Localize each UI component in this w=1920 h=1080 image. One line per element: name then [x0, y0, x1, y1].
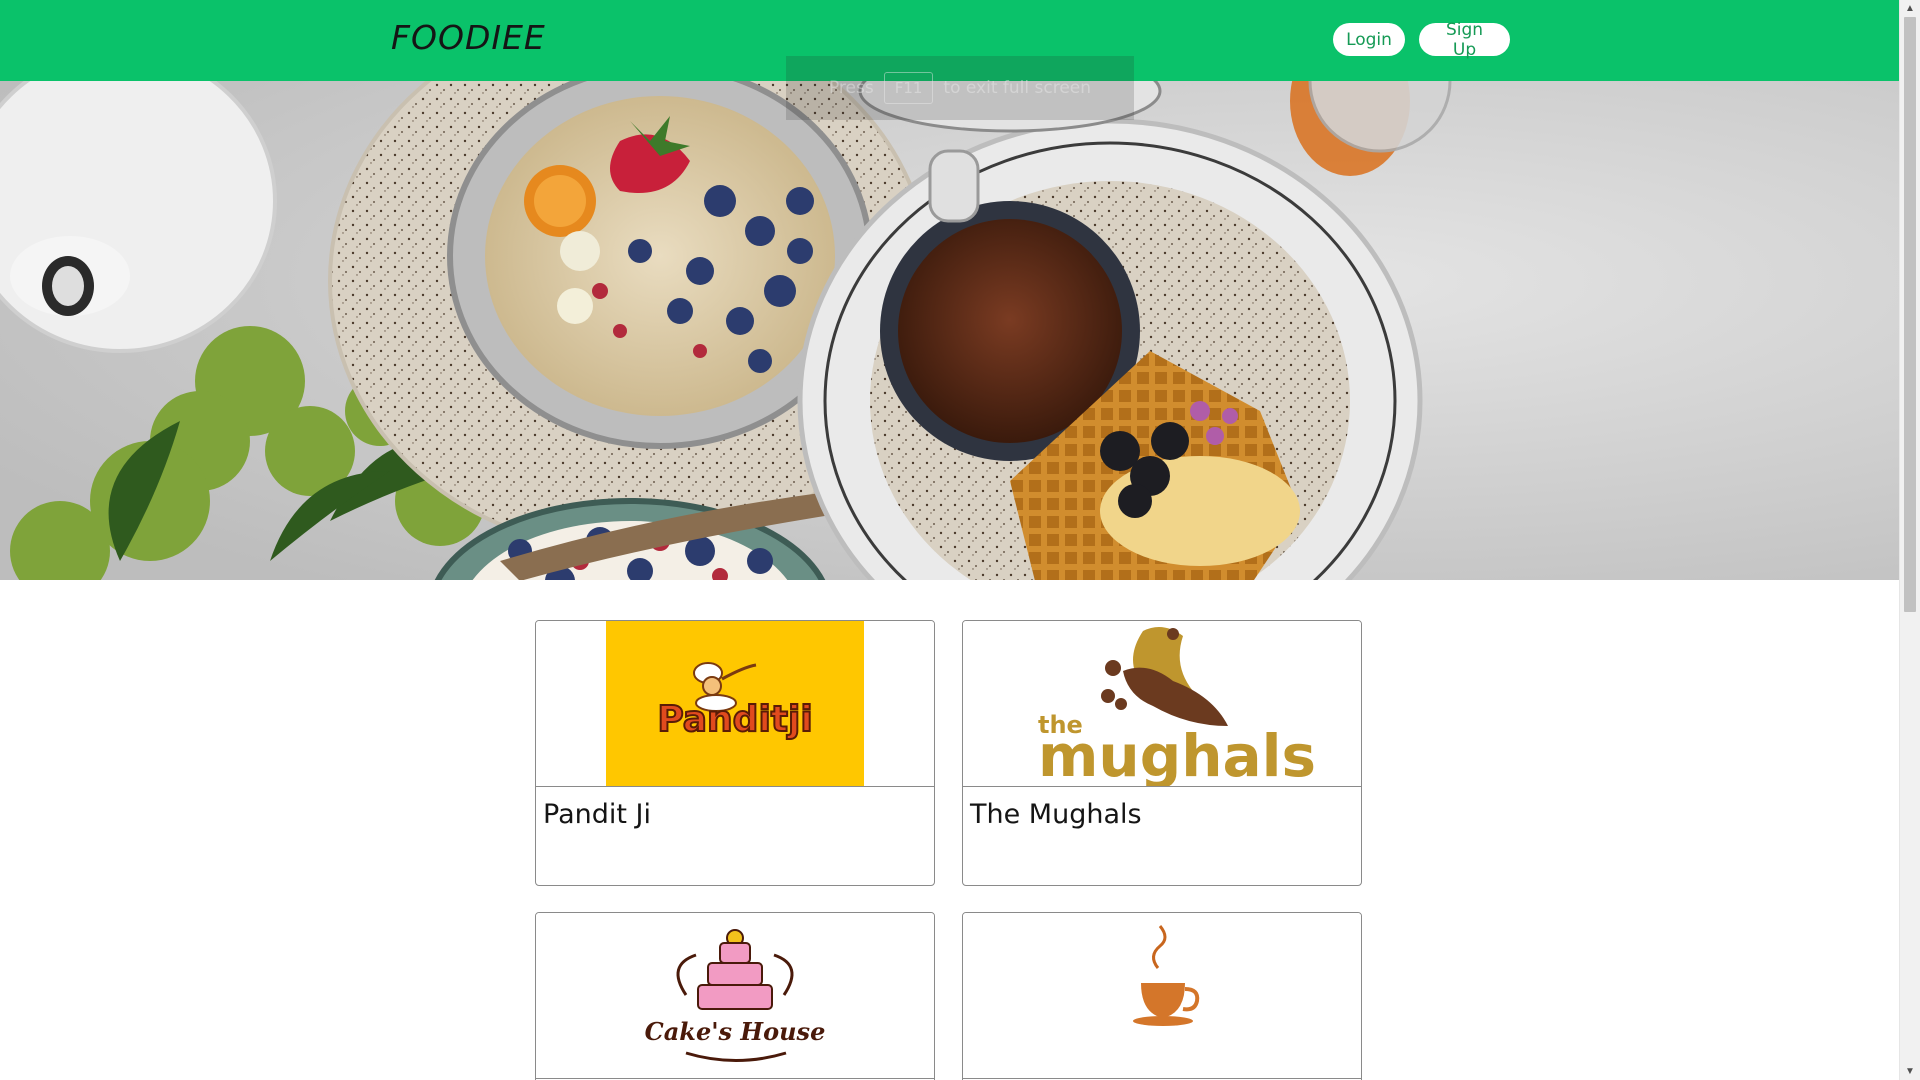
vertical-scrollbar[interactable]: ▲ ▼: [1899, 0, 1920, 1080]
page: FOODIEE Login Sign Up Press F11 to exit …: [0, 0, 1920, 1080]
signup-button[interactable]: Sign Up: [1419, 20, 1510, 60]
cake-icon: [676, 929, 794, 1010]
login-button[interactable]: Login: [1333, 23, 1405, 56]
restaurant-name[interactable]: Pandit Ji: [543, 799, 651, 830]
scroll-down-arrow-icon[interactable]: ▼: [1900, 1063, 1920, 1080]
restaurant-card[interactable]: the mughals The Mughals: [962, 620, 1362, 886]
fullscreen-hint-key: F11: [883, 72, 934, 104]
fullscreen-hint-prefix: Press: [828, 78, 874, 98]
logo-text: mughals: [1038, 722, 1316, 786]
restaurant-logo: Cake's House: [536, 913, 934, 1079]
brand-part-2: DIEE: [464, 18, 546, 57]
restaurant-logo: Panditji: [536, 621, 934, 787]
fullscreen-hint-suffix: to exit full screen: [943, 78, 1092, 98]
brand-logo[interactable]: FOODIEE: [391, 18, 546, 57]
restaurant-name[interactable]: The Mughals: [970, 799, 1142, 830]
scroll-up-arrow-icon[interactable]: ▲: [1900, 0, 1920, 17]
hero-food-illustration: [0, 81, 1899, 580]
mughal-crown-icon: [1101, 627, 1228, 726]
restaurant-card[interactable]: Panditji Pandit Ji: [535, 620, 935, 886]
restaurant-card[interactable]: [962, 912, 1362, 1080]
fullscreen-hint: Press F11 to exit full screen: [786, 56, 1134, 120]
logo-text: Cake's House: [645, 1017, 826, 1046]
brand-part-1: FOO: [391, 18, 465, 57]
hero-banner-image: [0, 81, 1899, 580]
coffee-cup-icon: [1133, 925, 1200, 1026]
scrollbar-thumb[interactable]: [1904, 17, 1916, 612]
restaurant-logo: the mughals: [963, 621, 1361, 787]
restaurant-logo: [963, 913, 1361, 1079]
logo-text: Panditji: [657, 699, 812, 740]
restaurant-card[interactable]: Cake's House: [535, 912, 935, 1080]
content: FOODIEE Login Sign Up Press F11 to exit …: [0, 0, 1899, 1080]
